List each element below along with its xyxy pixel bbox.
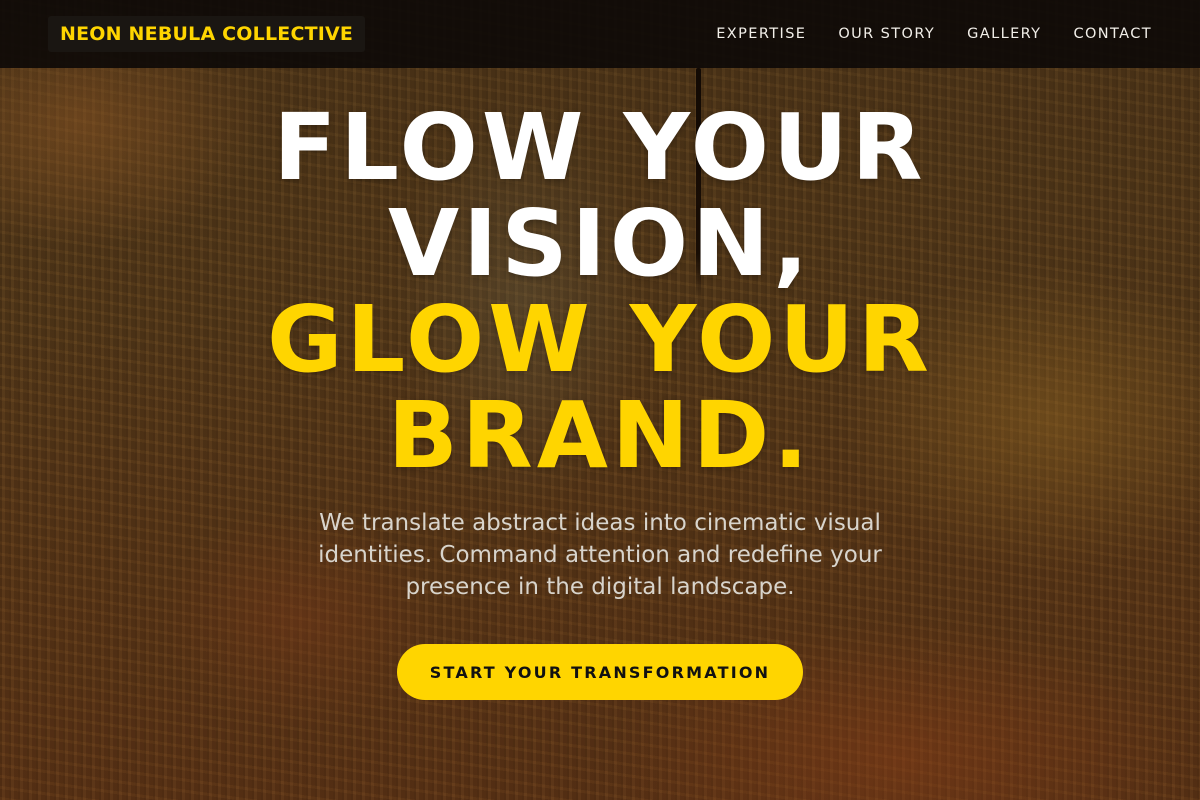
start-transformation-button[interactable]: START YOUR TRANSFORMATION bbox=[397, 644, 803, 700]
nav-link-expertise[interactable]: EXPERTISE bbox=[716, 26, 806, 42]
nav-link-gallery[interactable]: GALLERY bbox=[967, 26, 1041, 42]
brand-logo[interactable]: NEON NEBULA COLLECTIVE bbox=[48, 16, 366, 52]
headline-line-1: FLOW YOUR bbox=[273, 94, 927, 201]
nav-links: EXPERTISE OUR STORY GALLERY CONTACT bbox=[684, 26, 1152, 42]
headline-line-3: GLOW YOUR bbox=[267, 286, 933, 393]
nav-link-our-story[interactable]: OUR STORY bbox=[838, 26, 935, 42]
top-navbar: NEON NEBULA COLLECTIVE EXPERTISE OUR STO… bbox=[0, 0, 1200, 68]
headline-line-4: BRAND. bbox=[387, 382, 813, 489]
nav-link-contact[interactable]: CONTACT bbox=[1073, 26, 1152, 42]
hero-subtext: We translate abstract ideas into cinemat… bbox=[318, 510, 882, 600]
headline-line-2: VISION, bbox=[387, 190, 813, 297]
